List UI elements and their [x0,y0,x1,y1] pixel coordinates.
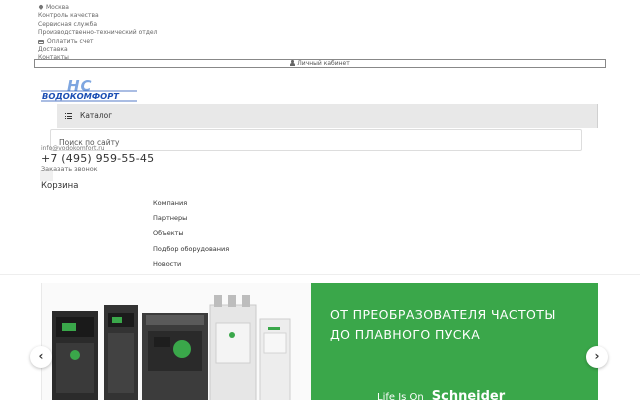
header-divider [0,274,640,275]
callback-link[interactable]: Заказать звонок [41,165,98,173]
link-delivery[interactable]: Доставка [38,46,157,54]
slider-next-button[interactable]: › [586,346,608,368]
phone-number[interactable]: +7 (495) 959-55-45 [41,152,154,165]
banner-slider[interactable]: ОТ ПРЕОБРАЗОВАТЕЛЯ ЧАСТОТЫ ДО ПЛАВНОГО П… [41,283,598,400]
top-info-bar: Москва Контроль качества Сервисная служб… [38,4,157,63]
search-input[interactable] [51,132,581,153]
user-icon [290,60,296,66]
brand-logo: Life Is On Schneider [377,389,505,400]
catalog-label: Каталог [80,111,113,120]
site-logo[interactable]: НС ВОДОКОМФОРТ [41,78,139,104]
list-icon [65,113,72,119]
city-label: Москва [46,4,69,11]
email-link[interactable]: info@vodokomfort.ru [41,145,105,152]
banner-headline: ОТ ПРЕОБРАЗОВАТЕЛЯ ЧАСТОТЫ ДО ПЛАВНОГО П… [330,305,590,345]
location-pin-icon [38,5,43,11]
nav-item-equipment-selection[interactable]: Подбор оборудования [153,242,229,257]
main-nav: Компания Партнеры Объекты Подбор оборудо… [153,196,229,272]
link-pay-invoice[interactable]: Оплатить счет [38,38,157,46]
search-box [50,129,582,153]
frequency-drives-illustration [52,295,291,400]
link-service[interactable]: Сервисная служба [38,21,157,29]
nav-item-company[interactable]: Компания [153,196,229,211]
banner-headline-line1: ОТ ПРЕОБРАЗОВАТЕЛЯ ЧАСТОТЫ [330,307,556,322]
svg-text:ВОДОКОМФОРТ: ВОДОКОМФОРТ [42,91,120,101]
logo-graphic: НС ВОДОКОМФОРТ [41,78,137,102]
city-selector[interactable]: Москва [38,4,157,12]
link-technical-department[interactable]: Производственно-технический отдел [38,29,157,37]
catalog-button[interactable]: Каталог [57,104,598,128]
nav-item-partners[interactable]: Партнеры [153,211,229,226]
chevron-left-icon: ‹ [38,349,44,363]
cart-link[interactable]: Корзина [41,181,78,191]
link-quality-control[interactable]: Контроль качества [38,12,157,20]
brand-name: Schneider [431,389,506,400]
nav-item-objects[interactable]: Объекты [153,226,229,241]
banner-headline-line2: ДО ПЛАВНОГО ПУСКА [330,327,481,342]
slider-prev-button[interactable]: ‹ [30,346,52,368]
nav-item-news[interactable]: Новости [153,257,229,272]
credit-card-icon [38,39,44,45]
banner-product-image [41,283,311,400]
account-label: Личный кабинет [297,60,350,67]
account-button[interactable]: Личный кабинет [34,59,606,68]
banner-text-panel: ОТ ПРЕОБРАЗОВАТЕЛЯ ЧАСТОТЫ ДО ПЛАВНОГО П… [311,283,598,400]
pay-invoice-label: Оплатить счет [47,37,94,45]
brand-slogan: Life Is On [377,392,424,400]
chevron-right-icon: › [594,349,600,363]
